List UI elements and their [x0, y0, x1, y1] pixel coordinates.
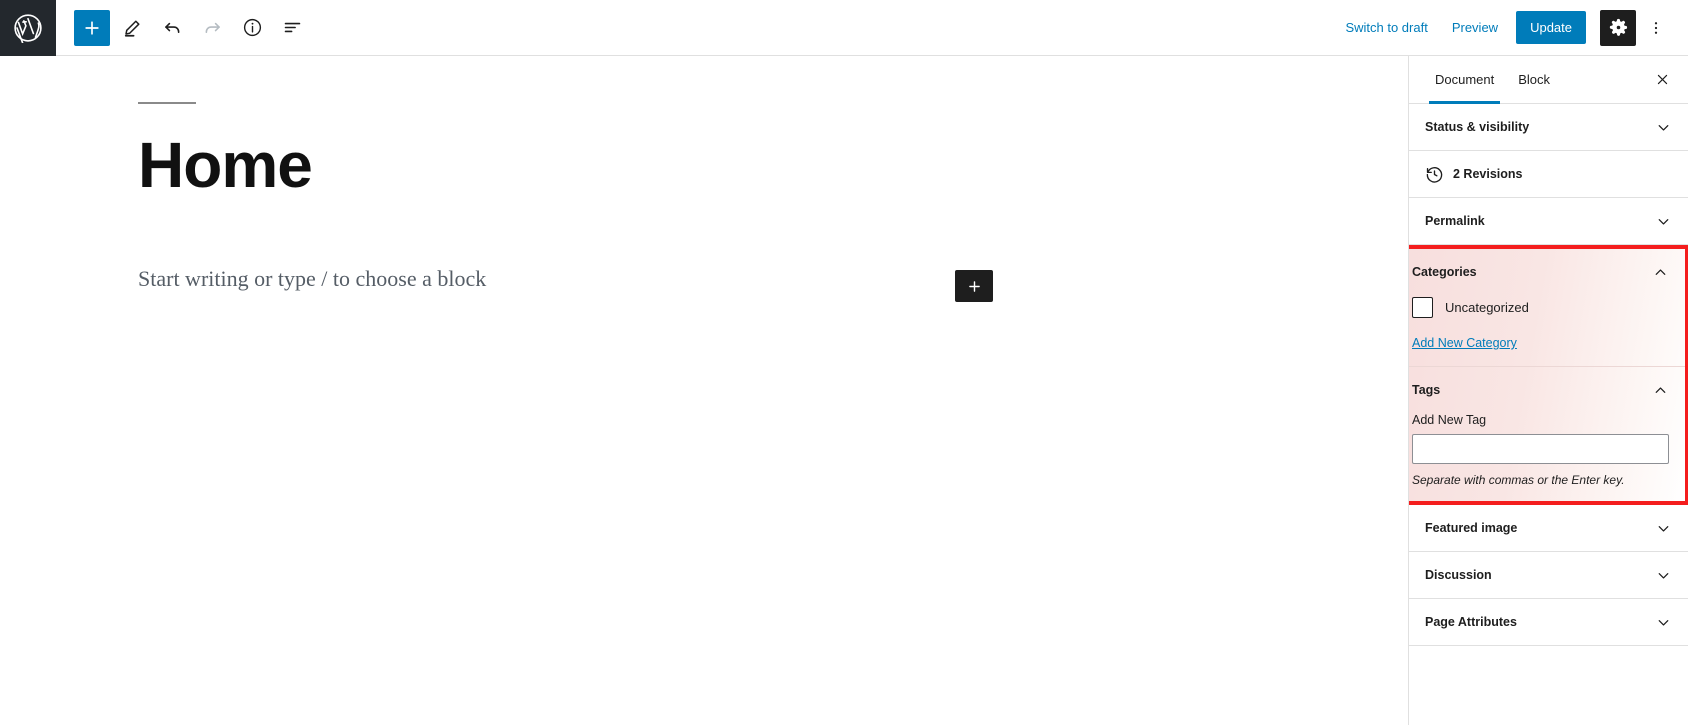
- add-block-button[interactable]: [74, 9, 110, 46]
- post-title[interactable]: Home: [138, 130, 1408, 201]
- add-new-tag-label: Add New Tag: [1412, 413, 1487, 427]
- panel-tags: Tags Add New Tag Separate with commas or…: [1409, 367, 1685, 487]
- redo-icon[interactable]: [194, 10, 230, 46]
- post-content-wrapper: Home Start writing or type / to choose a…: [0, 56, 1408, 302]
- add-new-category-link[interactable]: Add New Category: [1412, 336, 1517, 366]
- document-settings-sidebar: Document Block Status & visibility 2 Rev…: [1408, 56, 1688, 725]
- panel-tags-label: Tags: [1412, 383, 1441, 397]
- undo-icon[interactable]: [154, 10, 190, 46]
- panel-permalink[interactable]: Permalink: [1409, 198, 1688, 245]
- switch-to-draft-button[interactable]: Switch to draft: [1333, 12, 1439, 43]
- panel-page-attributes[interactable]: Page Attributes: [1409, 599, 1688, 646]
- panel-permalink-header[interactable]: Permalink: [1425, 198, 1672, 244]
- chevron-down-icon: [1655, 567, 1672, 584]
- panel-categories: Categories Uncategorized Add New Categor…: [1409, 249, 1685, 367]
- panel-status-visibility-header[interactable]: Status & visibility: [1425, 104, 1672, 150]
- panel-revisions[interactable]: 2 Revisions: [1409, 151, 1688, 198]
- editor-canvas: Home Start writing or type / to choose a…: [0, 56, 1408, 725]
- list-view-icon[interactable]: [274, 10, 310, 46]
- panel-status-visibility[interactable]: Status & visibility: [1409, 104, 1688, 151]
- category-label: Uncategorized: [1445, 300, 1529, 315]
- panel-discussion[interactable]: Discussion: [1409, 552, 1688, 599]
- panel-featured-image-header[interactable]: Featured image: [1425, 505, 1672, 551]
- wordpress-block-editor: Switch to draft Preview Update Home Star…: [0, 0, 1688, 725]
- panel-featured-image-label: Featured image: [1425, 521, 1518, 535]
- toolbar-right-group: Switch to draft Preview Update: [1333, 9, 1688, 46]
- update-button[interactable]: Update: [1516, 11, 1586, 44]
- panel-featured-image[interactable]: Featured image: [1409, 505, 1688, 552]
- chevron-down-icon: [1655, 614, 1672, 631]
- category-checkbox[interactable]: [1412, 297, 1433, 318]
- chevron-up-icon: [1652, 264, 1669, 281]
- pencil-icon[interactable]: [114, 10, 150, 46]
- revisions-label: 2 Revisions: [1453, 167, 1523, 181]
- tags-help-text: Separate with commas or the Enter key.: [1412, 473, 1625, 487]
- panel-categories-header[interactable]: Categories: [1412, 249, 1669, 295]
- highlighted-taxonomy-region: Categories Uncategorized Add New Categor…: [1409, 245, 1688, 505]
- tab-document[interactable]: Document: [1423, 56, 1506, 104]
- tab-block[interactable]: Block: [1506, 56, 1562, 104]
- panel-page-attributes-label: Page Attributes: [1425, 615, 1517, 629]
- kebab-menu-icon[interactable]: [1638, 10, 1674, 46]
- gear-icon[interactable]: [1600, 9, 1636, 46]
- block-placeholder-text[interactable]: Start writing or type / to choose a bloc…: [138, 262, 1408, 295]
- title-divider-rule: [138, 102, 196, 104]
- panel-discussion-label: Discussion: [1425, 568, 1492, 582]
- chevron-up-icon: [1652, 382, 1669, 399]
- sidebar-tabs: Document Block: [1409, 56, 1688, 104]
- panel-tags-header[interactable]: Tags: [1412, 367, 1669, 413]
- chevron-down-icon: [1655, 119, 1672, 136]
- panel-discussion-header[interactable]: Discussion: [1425, 552, 1672, 598]
- revisions-clock-icon: [1425, 165, 1444, 184]
- preview-button[interactable]: Preview: [1440, 12, 1510, 43]
- panel-categories-label: Categories: [1412, 265, 1477, 279]
- wordpress-logo-icon[interactable]: [0, 0, 56, 56]
- panel-page-attributes-header[interactable]: Page Attributes: [1425, 599, 1672, 645]
- block-appender-button[interactable]: [955, 270, 993, 302]
- add-new-tag-input[interactable]: [1412, 434, 1669, 464]
- chevron-down-icon: [1655, 520, 1672, 537]
- chevron-down-icon: [1655, 213, 1672, 230]
- revisions-row[interactable]: 2 Revisions: [1425, 151, 1672, 197]
- close-icon[interactable]: [1646, 64, 1678, 96]
- panel-status-visibility-label: Status & visibility: [1425, 120, 1530, 134]
- toolbar-left-group: [56, 9, 310, 46]
- category-item-uncategorized[interactable]: Uncategorized: [1412, 295, 1669, 334]
- info-icon[interactable]: [234, 10, 270, 46]
- panel-permalink-label: Permalink: [1425, 214, 1485, 228]
- editor-toolbar: Switch to draft Preview Update: [0, 0, 1688, 56]
